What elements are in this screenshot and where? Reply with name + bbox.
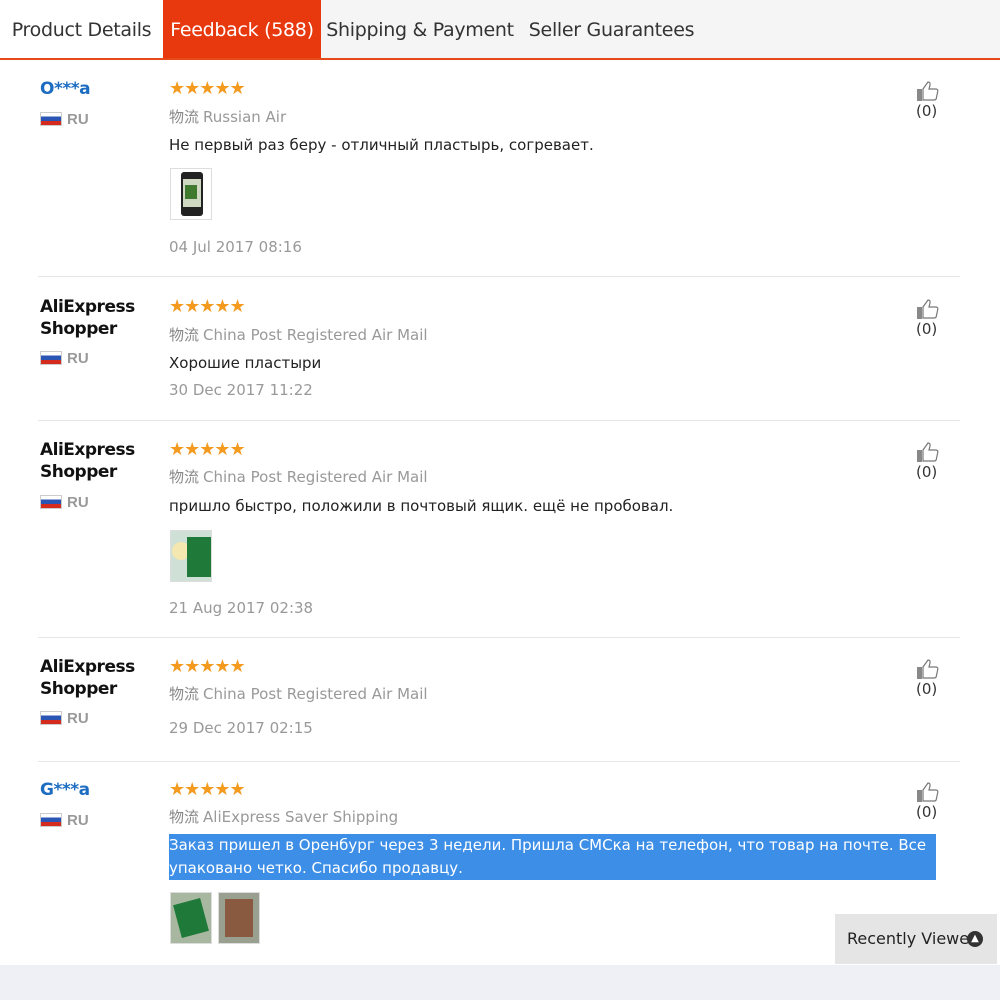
review-date: 30 Dec 2017 11:22 (169, 381, 313, 399)
rating-stars: ★★★★★ (169, 779, 246, 799)
review-divider (38, 420, 960, 421)
tab-shipping-payment[interactable]: Shipping & Payment (321, 0, 519, 58)
rating-stars: ★★★★★ (169, 296, 246, 316)
reviewer-name: AliExpress Shopper (40, 440, 135, 482)
package-photo-icon (171, 531, 211, 581)
review-text: пришло быстро, положили в почтовый ящик.… (169, 497, 674, 515)
helpful-button[interactable]: (0) (916, 441, 960, 481)
recently-viewed-button[interactable]: Recently Viewed ▲ (835, 914, 997, 964)
review-item: AliExpress Shopper RU ★★★★★ 物流 China Post… (38, 296, 960, 416)
review-photo-thumbnail[interactable] (170, 530, 212, 582)
logistics-info: 物流 China Post Registered Air Mail (169, 468, 428, 486)
tab-bar: Product Details Feedback (588) Shipping … (0, 0, 1000, 60)
helpful-button[interactable]: (0) (916, 781, 960, 821)
thumbs-up-icon (917, 81, 939, 101)
reviewer-country: RU (40, 710, 89, 727)
review-divider (38, 637, 960, 638)
page-footer-strip (0, 965, 1000, 1000)
reviewer-name: AliExpress Shopper (40, 297, 135, 339)
reviewer-name: O***a (40, 79, 91, 99)
review-date: 29 Dec 2017 02:15 (169, 719, 313, 737)
chevron-up-icon: ▲ (967, 931, 983, 947)
rating-stars: ★★★★★ (169, 439, 246, 459)
review-photo-thumbnail[interactable] (170, 168, 212, 220)
tab-seller-guarantees[interactable]: Seller Guarantees (519, 0, 704, 58)
review-photo-thumbnail[interactable] (218, 892, 260, 944)
recently-viewed-label: Recently Viewed (847, 929, 980, 948)
review-divider (38, 276, 960, 277)
review-date: 21 Aug 2017 02:38 (169, 599, 314, 617)
thumbs-up-icon (917, 782, 939, 802)
rating-stars: ★★★★★ (169, 656, 246, 676)
helpful-button[interactable]: (0) (916, 298, 960, 338)
helpful-button[interactable]: (0) (916, 658, 960, 698)
review-item: AliExpress Shopper RU ★★★★★ 物流 China Post… (38, 656, 960, 756)
logistics-info: 物流 China Post Registered Air Mail (169, 685, 428, 703)
review-text: Не первый раз беру - отличный пластырь, … (169, 136, 594, 154)
helpful-button[interactable]: (0) (916, 80, 960, 120)
review-item: O***a RU ★★★★★ 物流 Russian Air Не первый р… (38, 78, 960, 268)
review-date: 04 Jul 2017 08:16 (169, 238, 302, 256)
russia-flag-icon (40, 495, 62, 509)
logistics-info: 物流 Russian Air (169, 108, 287, 126)
review-divider (38, 761, 960, 762)
russia-flag-icon (40, 813, 62, 827)
russia-flag-icon (40, 351, 62, 365)
thumbs-up-icon (917, 659, 939, 679)
russia-flag-icon (40, 112, 62, 126)
thumbs-up-icon (917, 299, 939, 319)
phone-photo-icon (181, 172, 203, 216)
logistics-info: 物流 AliExpress Saver Shipping (169, 808, 399, 826)
package-photo-icon (219, 893, 259, 943)
russia-flag-icon (40, 711, 62, 725)
rating-stars: ★★★★★ (169, 78, 246, 98)
reviewer-name: G***a (40, 780, 90, 800)
reviewer-country: RU (40, 812, 89, 829)
reviewer-country: RU (40, 494, 89, 511)
review-item: G***a RU ★★★★★ 物流 AliExpress Saver Shippi… (38, 779, 960, 949)
review-text: Заказ пришел в Оренбург через 3 недели. … (169, 834, 936, 880)
review-item: AliExpress Shopper RU ★★★★★ 物流 China Post… (38, 439, 960, 629)
reviewer-country: RU (40, 111, 89, 128)
thumbs-up-icon (917, 442, 939, 462)
reviewer-name: AliExpress Shopper (40, 657, 135, 699)
review-photo-thumbnail[interactable] (170, 892, 212, 944)
package-photo-icon (171, 893, 211, 943)
tab-feedback[interactable]: Feedback (588) (163, 0, 321, 58)
tab-product-details[interactable]: Product Details (0, 0, 163, 58)
logistics-info: 物流 China Post Registered Air Mail (169, 326, 428, 344)
reviewer-country: RU (40, 350, 89, 367)
review-text: Хорошие пластыри (169, 354, 322, 372)
